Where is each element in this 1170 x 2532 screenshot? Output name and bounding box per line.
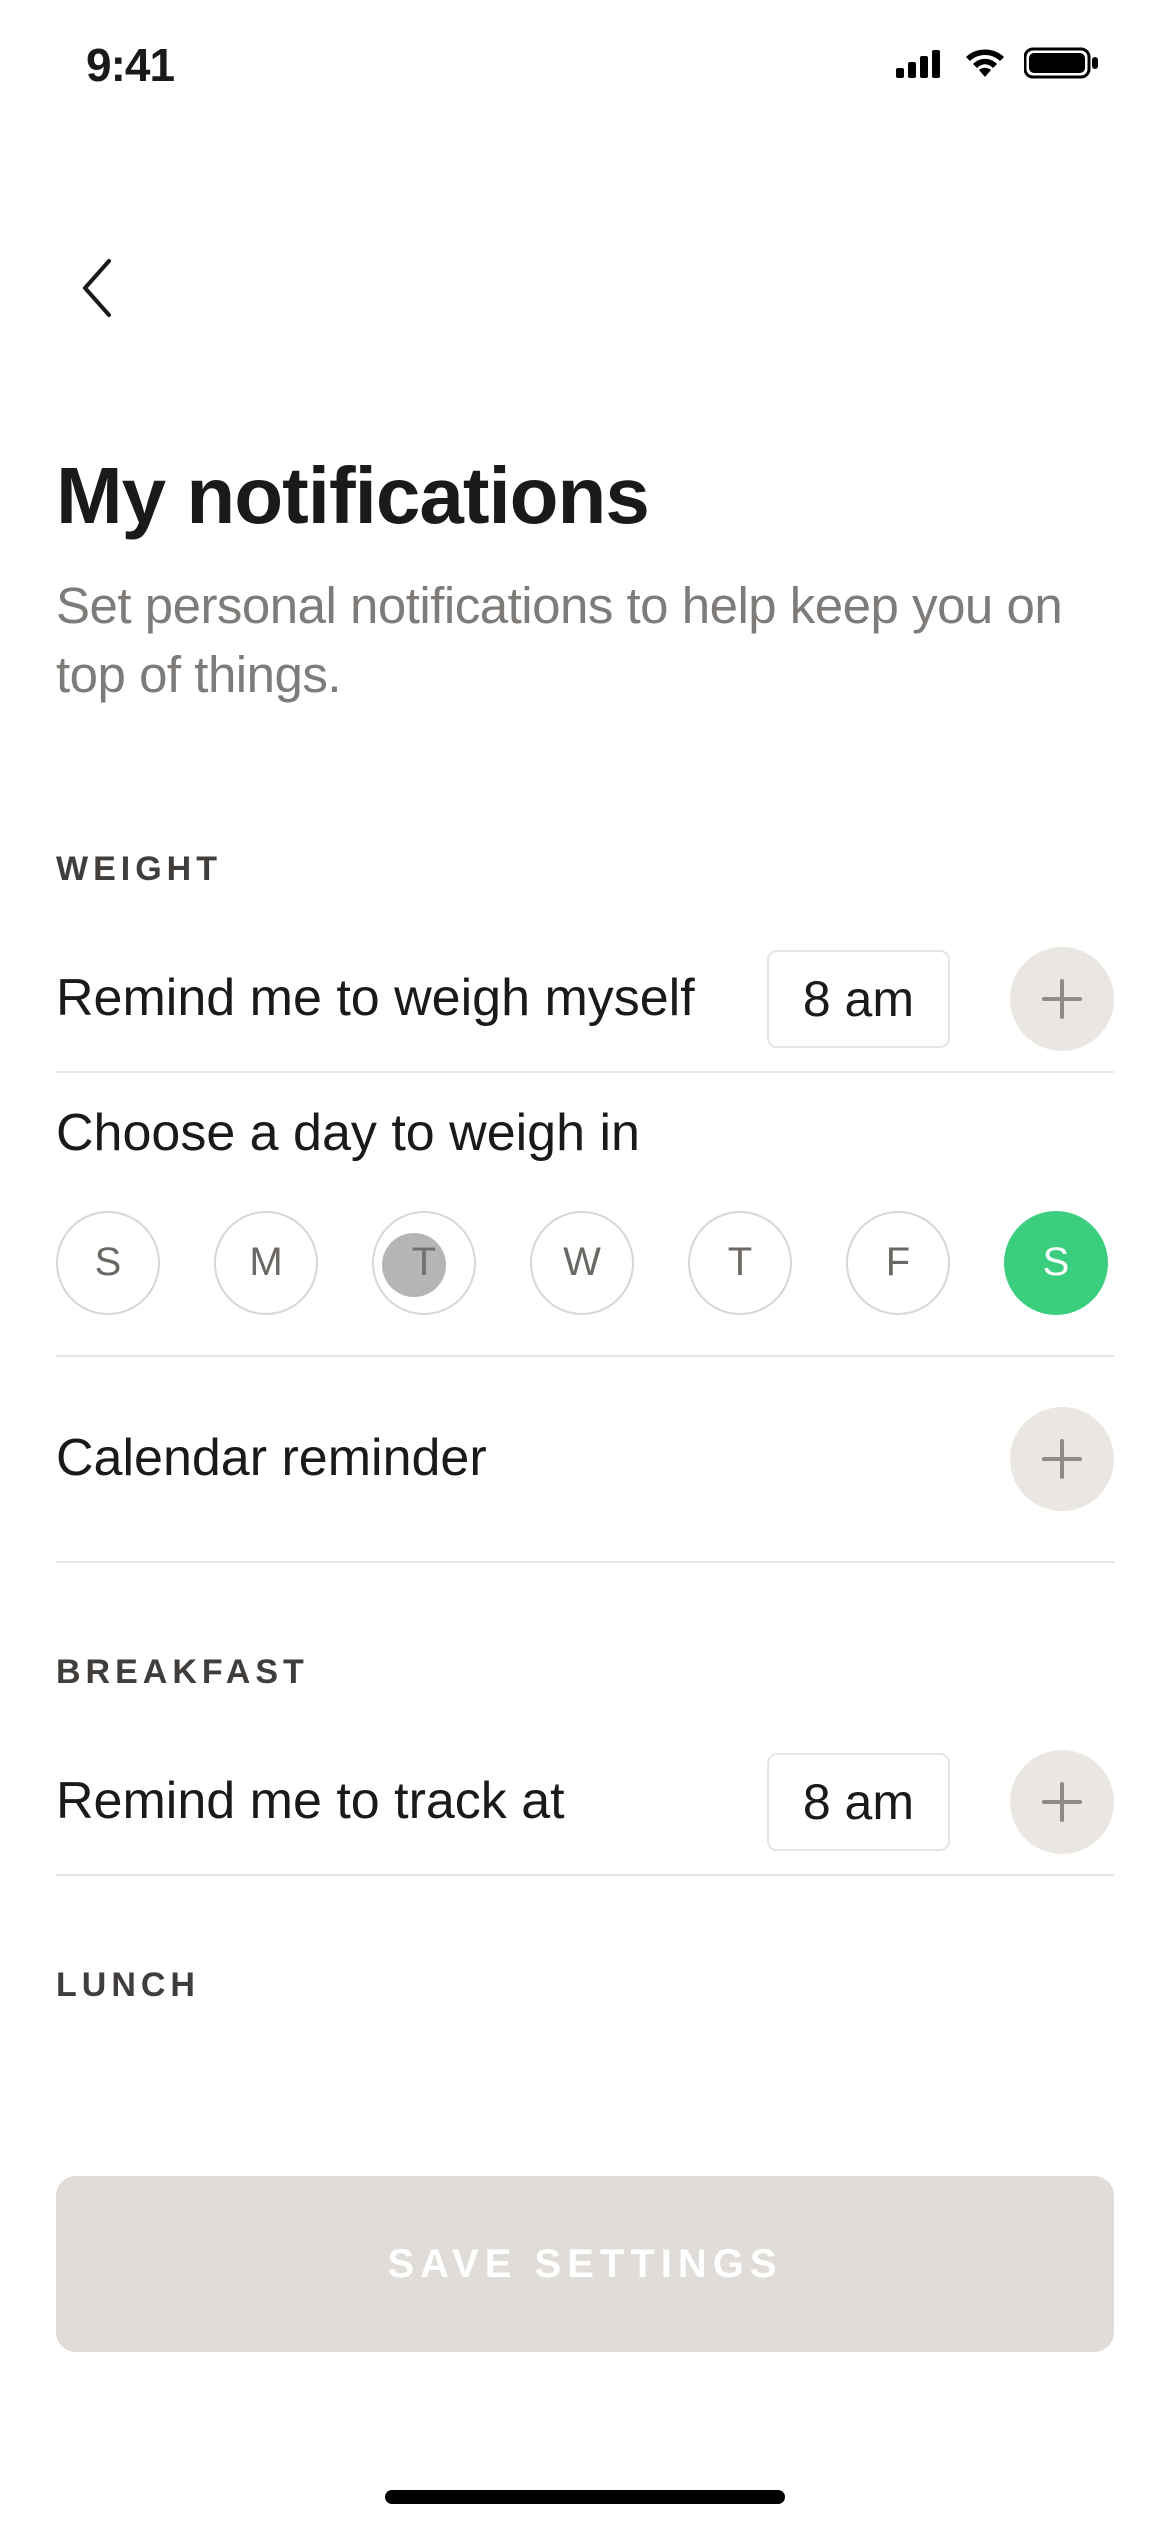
calendar-reminder-label: Calendar reminder: [56, 1425, 1010, 1493]
breakfast-remind-time[interactable]: 8 am: [767, 1753, 950, 1851]
weight-remind-row: Remind me to weigh myself 8 am: [56, 927, 1114, 1073]
day-sun[interactable]: S: [56, 1211, 160, 1315]
day-row: S M T W T F S: [56, 1211, 1114, 1315]
day-thu[interactable]: T: [688, 1211, 792, 1315]
section-header-lunch: LUNCH: [56, 1966, 1114, 2005]
breakfast-remind-row: Remind me to track at 8 am: [56, 1730, 1114, 1876]
day-abbr: M: [249, 1240, 282, 1285]
day-wed[interactable]: W: [530, 1211, 634, 1315]
day-abbr: S: [1043, 1240, 1070, 1285]
day-tue[interactable]: T: [372, 1211, 476, 1315]
day-abbr: T: [728, 1240, 752, 1285]
day-abbr: S: [95, 1240, 122, 1285]
status-time: 9:41: [86, 38, 174, 92]
save-bar: SAVE SETTINGS: [56, 2176, 1114, 2352]
calendar-reminder-row: Calendar reminder: [56, 1357, 1114, 1563]
weight-remind-add-button[interactable]: [1010, 947, 1114, 1051]
status-bar: 9:41: [0, 0, 1170, 130]
weight-remind-label: Remind me to weigh myself: [56, 965, 767, 1033]
day-sat[interactable]: S: [1004, 1211, 1108, 1315]
day-mon[interactable]: M: [214, 1211, 318, 1315]
cellular-icon: [896, 48, 946, 83]
page-subtitle: Set personal notifications to help keep …: [56, 572, 1114, 710]
status-icons: [896, 46, 1100, 85]
weigh-day-block: Choose a day to weigh in S M T W T F S: [56, 1073, 1114, 1357]
save-settings-button[interactable]: SAVE SETTINGS: [56, 2176, 1114, 2352]
page-title: My notifications: [56, 450, 1114, 542]
breakfast-remind-add-button[interactable]: [1010, 1750, 1114, 1854]
home-indicator[interactable]: [385, 2490, 785, 2504]
save-settings-label: SAVE SETTINGS: [387, 2242, 782, 2287]
touch-ripple: [382, 1233, 446, 1297]
weight-remind-time[interactable]: 8 am: [767, 950, 950, 1048]
wifi-icon: [962, 47, 1008, 84]
plus-icon: [1040, 1437, 1084, 1481]
breakfast-remind-label: Remind me to track at: [56, 1768, 767, 1836]
plus-icon: [1040, 977, 1084, 1021]
plus-icon: [1040, 1780, 1084, 1824]
battery-icon: [1024, 46, 1100, 85]
weigh-day-label: Choose a day to weigh in: [56, 1103, 1114, 1163]
chevron-left-icon: [79, 257, 113, 324]
calendar-reminder-add-button[interactable]: [1010, 1407, 1114, 1511]
section-header-weight: WEIGHT: [56, 850, 1114, 889]
day-abbr: F: [886, 1240, 910, 1285]
day-fri[interactable]: F: [846, 1211, 950, 1315]
day-abbr: W: [563, 1240, 601, 1285]
back-button[interactable]: [56, 250, 136, 330]
section-header-breakfast: BREAKFAST: [56, 1653, 1114, 1692]
